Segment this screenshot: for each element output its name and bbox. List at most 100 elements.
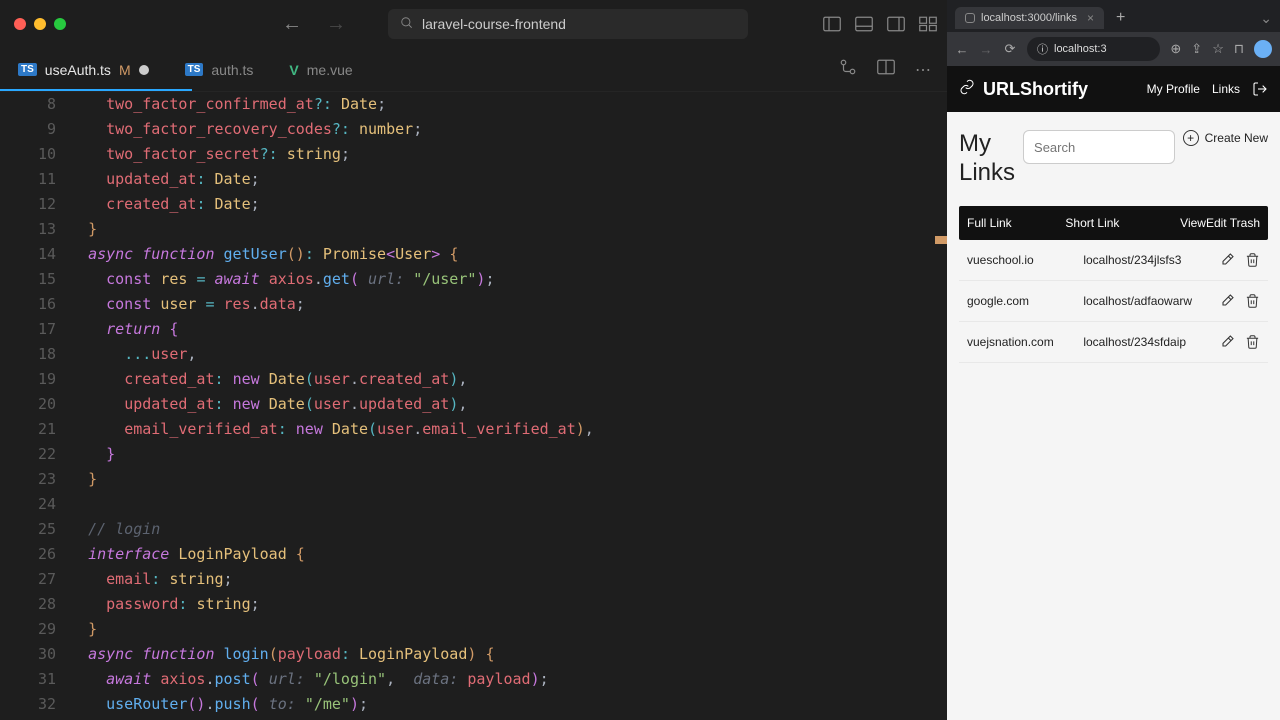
create-new-label: Create New [1205,131,1268,145]
tab-useauth[interactable]: TS useAuth.ts M [0,48,167,91]
edit-icon[interactable] [1219,252,1235,268]
cell-short-link[interactable]: localhost/234sfdaip [1083,335,1219,349]
line-number: 24 [0,492,56,517]
close-window-icon[interactable] [14,18,26,30]
code-content[interactable]: two_factor_confirmed_at?: Date; two_fact… [70,92,947,720]
logout-icon[interactable] [1252,81,1268,97]
code-line[interactable]: useRouter().push( to: "/me"); [70,692,947,717]
code-line[interactable]: } [70,217,947,242]
split-editor-icon[interactable] [877,59,895,80]
line-number: 21 [0,417,56,442]
nav-profile[interactable]: My Profile [1147,82,1200,96]
app-nav: My Profile Links [1147,81,1268,97]
browser-window: localhost:3000/links × + ⌄ ← → ⟳ ⓘ local… [947,0,1280,720]
back-icon[interactable]: ← [282,13,302,36]
layout-grid-icon[interactable] [919,16,937,32]
code-line[interactable]: email: string; [70,567,947,592]
project-search[interactable]: laravel-course-frontend [388,9,748,39]
line-number: 12 [0,192,56,217]
create-new-button[interactable]: + Create New [1183,130,1268,146]
bookmark-icon[interactable]: ☆ [1212,41,1224,57]
chrome-tabstrip: localhost:3000/links × + ⌄ [947,0,1280,32]
editor-tabs: TS useAuth.ts M TS auth.ts V me.vue ⋯ [0,48,947,92]
url-input[interactable]: ⓘ localhost:3 [1027,37,1160,61]
tab-me-vue[interactable]: V me.vue [271,48,370,91]
line-number: 8 [0,92,56,117]
minimize-window-icon[interactable] [34,18,46,30]
code-line[interactable]: } [70,442,947,467]
forward-icon[interactable]: → [326,13,346,36]
forward-icon[interactable]: → [979,42,993,57]
code-line[interactable]: updated_at: new Date(user.updated_at), [70,392,947,417]
back-icon[interactable]: ← [955,42,969,57]
code-line[interactable]: async function getUser(): Promise<User> … [70,242,947,267]
site-info-icon[interactable]: ⓘ [1037,41,1048,57]
page-content: My Links + Create New Full Link Short Li… [947,112,1280,381]
cell-short-link[interactable]: localhost/adfaowarw [1083,294,1219,308]
code-line[interactable]: // login [70,517,947,542]
translate-icon[interactable]: ⊕ [1170,41,1181,57]
code-line[interactable]: email_verified_at: new Date(user.email_v… [70,417,947,442]
table-header: Full Link Short Link ViewEdit Trash [959,206,1268,240]
line-number: 28 [0,592,56,617]
line-number: 15 [0,267,56,292]
chevron-down-icon[interactable]: ⌄ [1260,10,1272,27]
share-icon[interactable]: ⇪ [1191,41,1202,57]
code-line[interactable]: } [70,467,947,492]
panel-right-icon[interactable] [887,16,905,32]
search-icon [400,16,414,33]
code-line[interactable]: password: string; [70,592,947,617]
code-line[interactable]: const user = res.data; [70,292,947,317]
line-number: 22 [0,442,56,467]
line-number: 26 [0,542,56,567]
code-line[interactable]: ...user, [70,342,947,367]
modified-indicator: M [119,62,131,78]
browser-tab[interactable]: localhost:3000/links × [955,7,1104,29]
cell-full-link: vueschool.io [967,253,1083,267]
code-line[interactable]: updated_at: Date; [70,167,947,192]
cell-short-link[interactable]: localhost/234jlsfs3 [1083,253,1219,267]
code-area[interactable]: 8910111213141516171819202122232425262728… [0,92,947,720]
edit-icon[interactable] [1219,334,1235,350]
edit-icon[interactable] [1219,293,1235,309]
code-line[interactable]: created_at: Date; [70,192,947,217]
plus-circle-icon: + [1183,130,1199,146]
line-number: 31 [0,667,56,692]
close-tab-icon[interactable]: × [1087,11,1094,25]
line-number: 9 [0,117,56,142]
trash-icon[interactable] [1245,252,1260,268]
code-line[interactable] [70,492,947,517]
line-number: 13 [0,217,56,242]
code-line[interactable]: const res = await axios.get( url: "/user… [70,267,947,292]
code-line[interactable]: two_factor_recovery_codes?: number; [70,117,947,142]
code-line[interactable]: interface LoginPayload { [70,542,947,567]
maximize-window-icon[interactable] [54,18,66,30]
code-line[interactable]: return { [70,317,947,342]
line-gutter: 8910111213141516171819202122232425262728… [0,92,70,720]
code-line[interactable]: async function login(payload: LoginPaylo… [70,642,947,667]
th-short-link: Short Link [1065,216,1180,230]
reload-icon[interactable]: ⟳ [1003,41,1017,57]
trash-icon[interactable] [1245,293,1260,309]
page-title-l2: Links [959,159,1015,188]
code-line[interactable]: await axios.post( url: "/login", data: p… [70,667,947,692]
search-input[interactable] [1023,130,1175,164]
more-icon[interactable]: ⋯ [915,60,931,80]
panel-left-icon[interactable] [823,16,841,32]
code-line[interactable]: two_factor_confirmed_at?: Date; [70,92,947,117]
code-line[interactable]: } [70,617,947,642]
typescript-icon: TS [185,63,204,76]
url-text: localhost:3 [1054,43,1107,55]
trash-icon[interactable] [1245,334,1260,350]
code-editor: ← → laravel-course-frontend TS useAuth.t… [0,0,947,720]
links-table: Full Link Short Link ViewEdit Trash vues… [959,206,1268,363]
new-tab-icon[interactable]: + [1110,9,1131,27]
profile-avatar-icon[interactable] [1254,40,1272,58]
tab-auth[interactable]: TS auth.ts [167,48,272,91]
code-line[interactable]: created_at: new Date(user.created_at), [70,367,947,392]
nav-links[interactable]: Links [1212,82,1240,96]
panel-bottom-icon[interactable] [855,16,873,32]
extensions-icon[interactable]: ⊓ [1234,41,1244,57]
compare-icon[interactable] [839,58,857,81]
code-line[interactable]: two_factor_secret?: string; [70,142,947,167]
